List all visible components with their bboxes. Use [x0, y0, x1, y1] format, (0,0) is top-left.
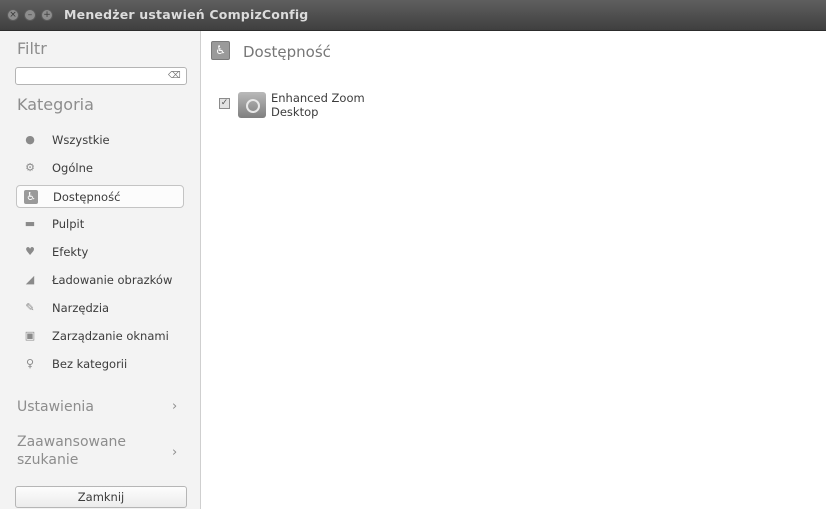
advanced-search-line-2: szukanie [17, 452, 79, 468]
image-loading-icon: ◢ [25, 273, 35, 286]
window-management-icon: ▣ [24, 329, 36, 342]
chevron-right-icon: › [172, 445, 178, 460]
settings-label: Ustawienia [17, 399, 94, 415]
sidebar: Filtr ⌫ Kategoria ● Wszystkie ⚙ Ogólne ♿… [0, 31, 201, 509]
uncategorized-icon: ♀ [25, 357, 35, 370]
category-heading: Kategoria [17, 95, 94, 114]
category-label: Wszystkie [52, 133, 110, 147]
category-item-zarzadzanie-oknami[interactable]: ▣ Zarządzanie oknami [16, 325, 184, 348]
title-bar: × – + Menedżer ustawień CompizConfig [0, 0, 826, 31]
advanced-search-label: Zaawansowane szukanie [17, 433, 126, 469]
minimize-icon[interactable]: – [24, 9, 36, 21]
window-title: Menedżer ustawień CompizConfig [64, 7, 309, 22]
filter-input[interactable]: ⌫ [15, 67, 187, 85]
category-item-dostepnosc[interactable]: ♿ Dostępność [16, 185, 184, 208]
accessibility-icon: ♿ [24, 190, 38, 204]
maximize-icon[interactable]: + [41, 9, 53, 21]
category-label: Narzędzia [52, 301, 110, 315]
filter-heading: Filtr [17, 39, 47, 58]
plugin-name-line-2: Desktop [271, 105, 319, 119]
plugin-name-line-1: Enhanced Zoom [271, 91, 365, 105]
chevron-right-icon: › [172, 399, 178, 414]
category-item-narzedzia[interactable]: ✎ Narzędzia [16, 297, 184, 320]
category-label: Bez kategorii [52, 357, 128, 371]
category-item-pulpit[interactable]: ▬ Pulpit [16, 213, 184, 236]
category-label: Ogólne [52, 161, 93, 175]
plugin-checkbox[interactable]: ✓ [219, 98, 230, 109]
page-title: Dostępność [243, 43, 331, 61]
category-label: Ładowanie obrazków [52, 273, 173, 287]
gear-icon: ⚙ [25, 161, 35, 174]
globe-icon: ● [25, 133, 35, 146]
category-label: Dostępność [53, 190, 121, 204]
category-item-wszystkie[interactable]: ● Wszystkie [16, 129, 184, 152]
clear-search-icon[interactable]: ⌫ [168, 71, 181, 81]
plugin-name[interactable]: Enhanced Zoom Desktop [271, 91, 365, 119]
advanced-search-line-1: Zaawansowane [17, 434, 127, 450]
effects-icon: ♥ [25, 245, 35, 258]
category-item-ladowanie-obrazkow[interactable]: ◢ Ładowanie obrazków [16, 269, 184, 292]
category-item-ogolne[interactable]: ⚙ Ogólne [16, 157, 184, 180]
zoom-plugin-icon [238, 92, 266, 118]
category-item-bez-kategorii[interactable]: ♀ Bez kategorii [16, 353, 184, 376]
category-label: Zarządzanie oknami [52, 329, 169, 343]
tools-icon: ✎ [25, 301, 35, 314]
category-label: Pulpit [52, 217, 85, 231]
close-button[interactable]: Zamknij [15, 486, 187, 508]
accessibility-icon: ♿ [211, 41, 230, 60]
category-label: Efekty [52, 245, 89, 259]
desktop-icon: ▬ [24, 217, 36, 230]
category-item-efekty[interactable]: ♥ Efekty [16, 241, 184, 264]
close-icon[interactable]: × [7, 9, 19, 21]
